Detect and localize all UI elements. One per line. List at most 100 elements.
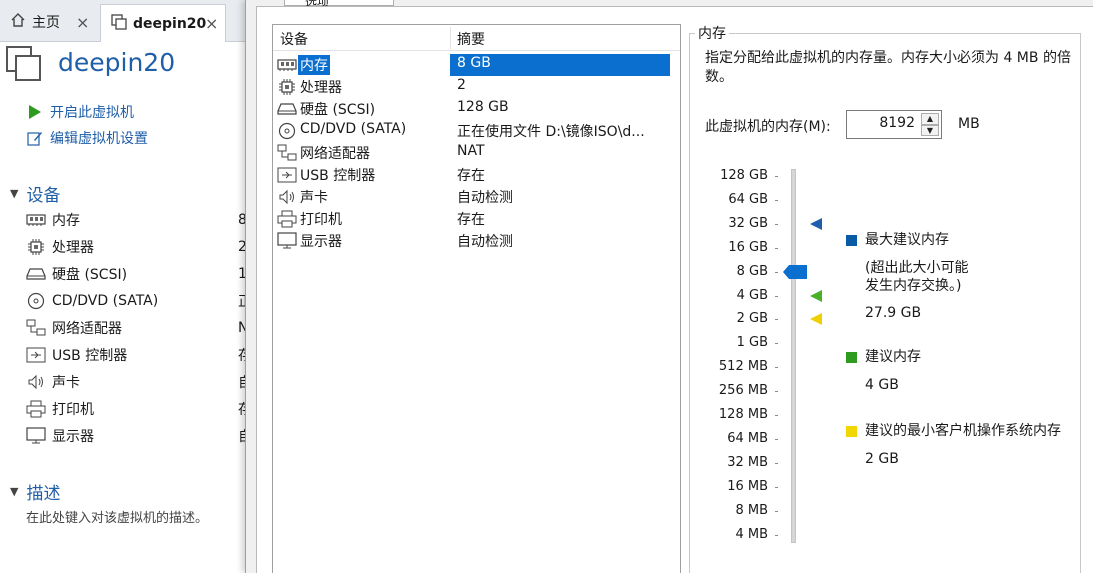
memory-spinner[interactable]: 8192 ▲ ▼ <box>846 110 942 139</box>
power-on-action[interactable]: 开启此虚拟机 <box>26 102 134 122</box>
scale-label: 8 GB <box>736 263 768 279</box>
scale-tick <box>775 295 778 297</box>
column-device[interactable]: 设备 <box>280 29 308 49</box>
left-device-row[interactable]: CD/DVD (SATA)正 <box>26 290 252 312</box>
close-icon[interactable]: × <box>76 13 89 32</box>
devices-section-header[interactable]: ▼ 设备 <box>10 182 61 206</box>
caret-down-icon: ▼ <box>10 484 19 498</box>
memory-slider-track[interactable] <box>791 169 796 543</box>
device-row[interactable]: 内存 8 GB <box>273 54 680 76</box>
spin-up-button[interactable]: ▲ <box>921 113 939 125</box>
device-name: 内存 <box>298 55 330 75</box>
scale-label: 128 GB <box>720 168 768 183</box>
rec-legend-value: 4 GB <box>865 377 899 393</box>
scale-label: 64 GB <box>728 191 768 207</box>
memory-value-input[interactable]: 8192 <box>879 115 915 131</box>
device-row[interactable]: CD/DVD (SATA) 正在使用文件 D:\镜像ISO\d... <box>273 120 680 142</box>
scale-label: 16 MB <box>727 478 768 494</box>
printer-icon <box>26 400 46 418</box>
min-legend-swatch <box>846 426 857 437</box>
device-row[interactable]: 打印机 存在 <box>273 208 680 230</box>
devices-section-title: 设备 <box>26 185 61 206</box>
usb-icon <box>277 166 297 184</box>
device-name: 显示器 <box>300 234 342 250</box>
memory-input-label: 此虚拟机的内存(M): <box>705 119 831 135</box>
max-legend-value: 27.9 GB <box>865 305 922 321</box>
left-device-row[interactable]: USB 控制器存 <box>26 344 252 366</box>
scale-label: 4 GB <box>736 287 768 303</box>
left-device-name: USB 控制器 <box>52 348 128 364</box>
device-row[interactable]: USB 控制器 存在 <box>273 164 680 186</box>
device-summary: 自动检测 <box>457 190 513 206</box>
memory-unit: MB <box>958 116 980 132</box>
device-row[interactable]: 处理器 2 <box>273 76 680 98</box>
device-name: CD/DVD (SATA) <box>300 121 407 137</box>
device-name: USB 控制器 <box>300 168 376 184</box>
left-device-row[interactable]: 显示器自 <box>26 425 252 447</box>
min-legend-value: 2 GB <box>865 451 899 467</box>
min-legend-label: 建议的最小客户机操作系统内存 <box>865 423 1061 439</box>
left-device-name: 网络适配器 <box>52 321 122 337</box>
left-device-name: 声卡 <box>52 375 80 391</box>
max-legend-note-2: 发生内存交换。) <box>865 278 962 294</box>
device-row[interactable]: 显示器 自动检测 <box>273 230 680 252</box>
scale-tick <box>775 271 778 273</box>
scale-label: 128 MB <box>718 407 768 422</box>
close-icon[interactable]: × <box>205 14 218 33</box>
device-summary: 正在使用文件 D:\镜像ISO\d... <box>457 124 645 140</box>
device-row[interactable]: 声卡 自动检测 <box>273 186 680 208</box>
scale-tick <box>775 438 778 440</box>
scale-tick <box>775 319 778 321</box>
device-list: 设备 摘要 内存 8 GB 处理器 2 硬盘 (SCSI) 128 GB CD/DVD (S… <box>272 24 681 573</box>
tab-vm[interactable]: deepin20 × <box>100 4 226 42</box>
tab-home[interactable]: 主页 × <box>0 4 98 40</box>
scale-label: 8 MB <box>735 502 768 518</box>
memory-icon <box>26 213 46 227</box>
column-summary[interactable]: 摘要 <box>457 29 485 49</box>
device-row[interactable]: 硬盘 (SCSI) 128 GB <box>273 98 680 120</box>
left-device-name: 处理器 <box>52 240 94 256</box>
vm-icon <box>111 13 127 34</box>
scale-tick <box>775 415 778 416</box>
scale-tick <box>775 247 778 249</box>
left-device-row[interactable]: 内存 8 <box>26 209 247 231</box>
printer-icon <box>277 210 297 228</box>
memory-slider-thumb[interactable] <box>783 264 807 279</box>
left-device-name: 显示器 <box>52 429 94 445</box>
scale-label: 16 GB <box>728 239 768 255</box>
left-device-row[interactable]: 硬盘 (SCSI) 1 <box>26 263 247 285</box>
spin-down-button[interactable]: ▼ <box>921 124 939 136</box>
device-name: 硬盘 (SCSI) <box>300 102 376 118</box>
monitor-icon <box>277 232 297 250</box>
device-summary: 8 GB <box>450 55 670 71</box>
scale-tick <box>775 391 778 393</box>
left-device-row[interactable]: 声卡自 <box>26 371 252 393</box>
device-row[interactable]: 网络适配器 NAT <box>273 142 680 164</box>
description-placeholder[interactable]: 在此处键入对该虚拟机的描述。 <box>26 507 208 526</box>
caret-down-icon: ▼ <box>10 186 19 200</box>
scale-label: 2 GB <box>736 311 768 327</box>
scale-tick <box>775 199 778 201</box>
vm-settings-dialog: 选项 设备 摘要 内存 8 GB 处理器 2 硬盘 (SCSI) 128 GB CD/DVD… <box>245 0 1093 573</box>
left-device-row[interactable]: 打印机存 <box>26 398 252 420</box>
memory-marker <box>810 217 822 230</box>
home-icon <box>10 12 26 32</box>
disk-icon <box>26 267 46 281</box>
scale-tick <box>775 510 778 512</box>
vm-title: deepin20 <box>58 48 176 77</box>
description-section-header[interactable]: ▼ 描述 <box>10 480 61 504</box>
max-legend-label: 最大建议内存 <box>865 232 949 248</box>
left-device-row[interactable]: 网络适配器 N <box>26 317 248 339</box>
sound-icon <box>26 374 46 390</box>
memory-icon <box>277 56 297 74</box>
device-summary: 存在 <box>457 168 485 184</box>
edit-icon <box>26 130 44 146</box>
description-section-title: 描述 <box>26 483 61 504</box>
scale-label: 256 MB <box>718 383 768 399</box>
tab-bar: 主页 × deepin20 × <box>0 0 245 42</box>
sound-icon <box>277 188 297 206</box>
device-name: 处理器 <box>300 80 342 96</box>
scale-tick <box>775 367 778 369</box>
edit-settings-action[interactable]: 编辑虚拟机设置 <box>26 128 148 148</box>
left-device-row[interactable]: 处理器 2 <box>26 236 247 258</box>
